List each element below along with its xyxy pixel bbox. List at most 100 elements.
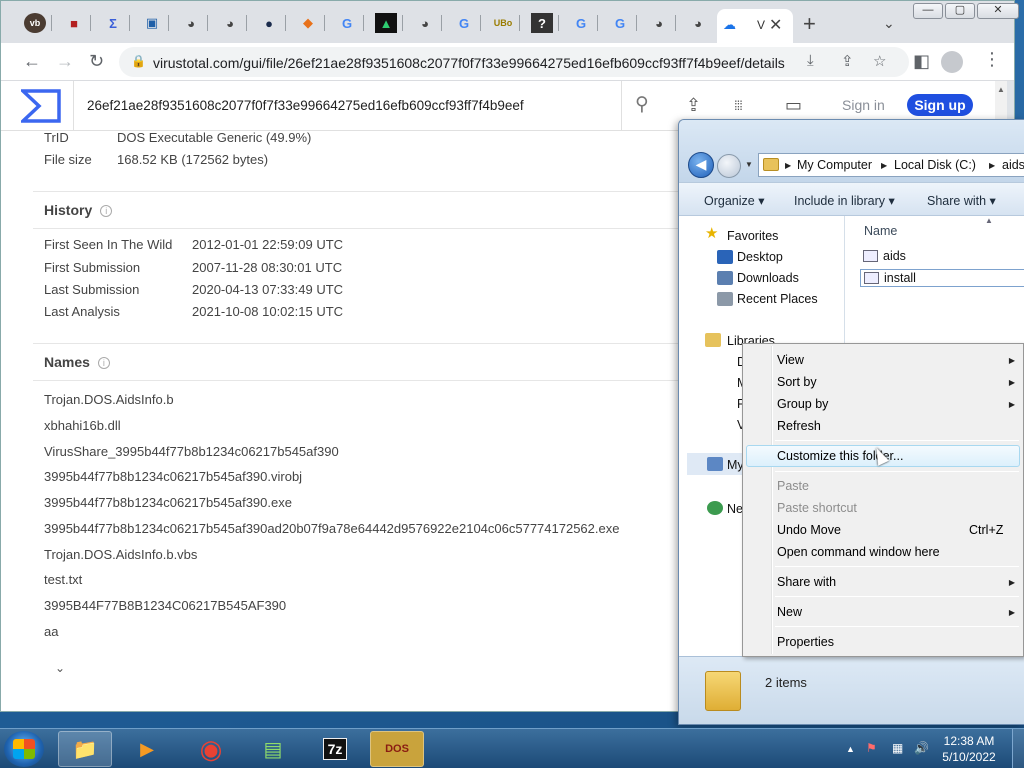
action-center-icon[interactable]: ⚑ (866, 741, 877, 755)
tab-13-icon[interactable]: UBo (492, 13, 514, 33)
menu-item-share-with[interactable]: Share with (777, 575, 836, 589)
include-in-library-button[interactable]: Include in library ▾ (794, 193, 895, 208)
taskbar-dosbox[interactable]: DOS (370, 731, 424, 767)
taskbar-explorer[interactable]: 📁 (58, 731, 112, 767)
sign-in-link[interactable]: Sign in (842, 97, 885, 113)
tab-4-icon[interactable]: ▣ (141, 13, 163, 33)
menu-item-properties[interactable]: Properties (777, 635, 834, 649)
breadcrumb-arrow-icon[interactable]: ▶ (785, 161, 791, 170)
file-item-aids[interactable]: aids (863, 249, 906, 263)
history-dropdown-icon[interactable]: ▼ (745, 160, 753, 169)
close-button[interactable]: ✕ (977, 3, 1019, 19)
reload-button[interactable]: ↻ (89, 51, 104, 72)
active-tab[interactable]: ☁ V ✕ (717, 9, 793, 43)
volume-icon[interactable]: 🔊 (914, 741, 929, 755)
tab-15-icon[interactable]: G (570, 13, 592, 33)
name-item: aa (44, 624, 59, 639)
search-button[interactable]: ⚲ (621, 81, 665, 131)
virustotal-logo-icon[interactable] (21, 89, 61, 123)
tab-2-icon[interactable]: ■ (63, 13, 85, 33)
tab-search-button[interactable]: ⌄ (883, 15, 895, 32)
taskbar-media-player[interactable]: ▶ (120, 731, 174, 767)
forward-button[interactable]: → (56, 51, 74, 72)
menu-icon[interactable]: ⋮ (983, 49, 1001, 70)
menu-item-open-command-window[interactable]: Open command window here (777, 545, 940, 559)
nav-desktop[interactable]: Desktop (737, 250, 783, 264)
name-column-header[interactable]: Name (864, 224, 897, 238)
submenu-arrow-icon: ▶ (1008, 578, 1015, 587)
clock-time: 12:38 AM (943, 734, 995, 748)
back-button[interactable]: ← (23, 51, 41, 72)
install-icon[interactable]: ⤓ (807, 52, 814, 69)
tab-3-icon[interactable]: Σ (102, 13, 124, 33)
expand-chevron-icon[interactable]: ⌄ (55, 661, 65, 675)
share-with-button[interactable]: Share with ▾ (927, 193, 996, 208)
explorer-address-bar[interactable]: ▶ My Computer ▶ Local Disk (C:) ▶ aids (758, 153, 1024, 177)
menu-item-sort-by[interactable]: Sort by (777, 375, 817, 389)
organize-button[interactable]: Organize ▾ (704, 193, 764, 208)
bookmark-star-icon[interactable]: ☆ (873, 52, 886, 70)
tab-10-icon[interactable]: ▲ (375, 13, 397, 33)
nav-network[interactable]: Ne (727, 502, 743, 516)
apps-grid-icon[interactable]: ⁞⁞⁞ (734, 98, 743, 113)
tab-17-icon[interactable]: ◕ (648, 13, 670, 33)
tab-8-icon[interactable]: ◆ (297, 13, 319, 33)
menu-item-new[interactable]: New (777, 605, 802, 619)
tab-12-icon[interactable]: G (453, 13, 475, 33)
breadcrumb-item[interactable]: Local Disk (C:) (894, 158, 976, 172)
lock-icon[interactable]: 🔒 (131, 54, 146, 68)
tab-16-icon[interactable]: G (609, 13, 631, 33)
file-item-install[interactable]: install (860, 269, 1024, 287)
taskbar-7zip[interactable]: 7z (308, 731, 362, 767)
breadcrumb-item[interactable]: aids (1002, 158, 1024, 172)
tab-9-icon[interactable]: G (336, 13, 358, 33)
breadcrumb-arrow-icon[interactable]: ▶ (881, 161, 887, 170)
tab-18-icon[interactable]: ◕ (687, 13, 709, 33)
breadcrumb-arrow-icon[interactable]: ▶ (989, 161, 995, 170)
tab-separator (363, 15, 364, 31)
address-bar[interactable]: 🔒 virustotal.com/gui/file/26ef21ae28f935… (119, 47, 909, 77)
nav-recent-places[interactable]: Recent Places (737, 292, 818, 306)
new-tab-button[interactable]: + (803, 11, 816, 37)
show-desktop-button[interactable] (1012, 729, 1024, 768)
chat-icon[interactable]: ▭ (785, 95, 802, 116)
section-divider (33, 380, 693, 381)
menu-item-refresh[interactable]: Refresh (777, 419, 821, 433)
minimize-button[interactable]: — (913, 3, 943, 19)
maximize-button[interactable]: ▢ (945, 3, 975, 19)
tab-6-icon[interactable]: ◕ (219, 13, 241, 33)
taskbar-network-tool[interactable]: ▤ (246, 731, 300, 767)
system-clock[interactable]: 12:38 AM 5/10/2022 (934, 733, 1004, 765)
tab-close-icon[interactable]: ✕ (769, 15, 782, 35)
menu-item-group-by[interactable]: Group by (777, 397, 828, 411)
nav-downloads[interactable]: Downloads (737, 271, 799, 285)
tab-11-icon[interactable]: ◕ (414, 13, 436, 33)
share-icon[interactable]: ⇪ (841, 52, 854, 70)
sign-up-button[interactable]: Sign up (907, 94, 973, 116)
info-icon[interactable]: i (100, 205, 113, 217)
scroll-up-icon[interactable]: ▲ (997, 85, 1005, 94)
network-tray-icon[interactable]: ▦ (892, 741, 903, 755)
breadcrumb-item[interactable]: My Computer (797, 158, 872, 172)
start-button[interactable] (4, 731, 44, 767)
back-arrow-icon[interactable]: ◀ (688, 152, 714, 178)
menu-item-paste[interactable]: Paste (777, 479, 809, 493)
menu-item-undo-move[interactable]: Undo Move (777, 523, 841, 537)
menu-item-view[interactable]: View (777, 353, 804, 367)
tray-expand-icon[interactable]: ▲ (846, 744, 855, 754)
tab-7-icon[interactable]: ● (258, 13, 280, 33)
name-item: 3995b44f77b8b1234c06217b545af390.exe (44, 495, 292, 510)
upload-icon[interactable]: ⇪ (686, 95, 701, 116)
menu-item-paste-shortcut[interactable]: Paste shortcut (777, 501, 857, 515)
forward-arrow-icon[interactable] (717, 154, 741, 178)
nav-favorites[interactable]: Favorites (727, 229, 778, 243)
taskbar-chrome[interactable]: ◉ (184, 731, 238, 767)
profile-avatar[interactable] (941, 51, 963, 73)
search-input[interactable]: 26ef21ae28f9351608c2077f0f7f33e99664275e… (87, 98, 524, 113)
tab-1-icon[interactable]: vb (24, 13, 46, 33)
tab-5-icon[interactable]: ◕ (180, 13, 202, 33)
url-text[interactable]: virustotal.com/gui/file/26ef21ae28f93516… (153, 55, 785, 71)
side-panel-icon[interactable]: ◧ (913, 51, 930, 72)
info-icon[interactable]: i (97, 357, 110, 369)
tab-14-icon[interactable]: ? (531, 13, 553, 33)
